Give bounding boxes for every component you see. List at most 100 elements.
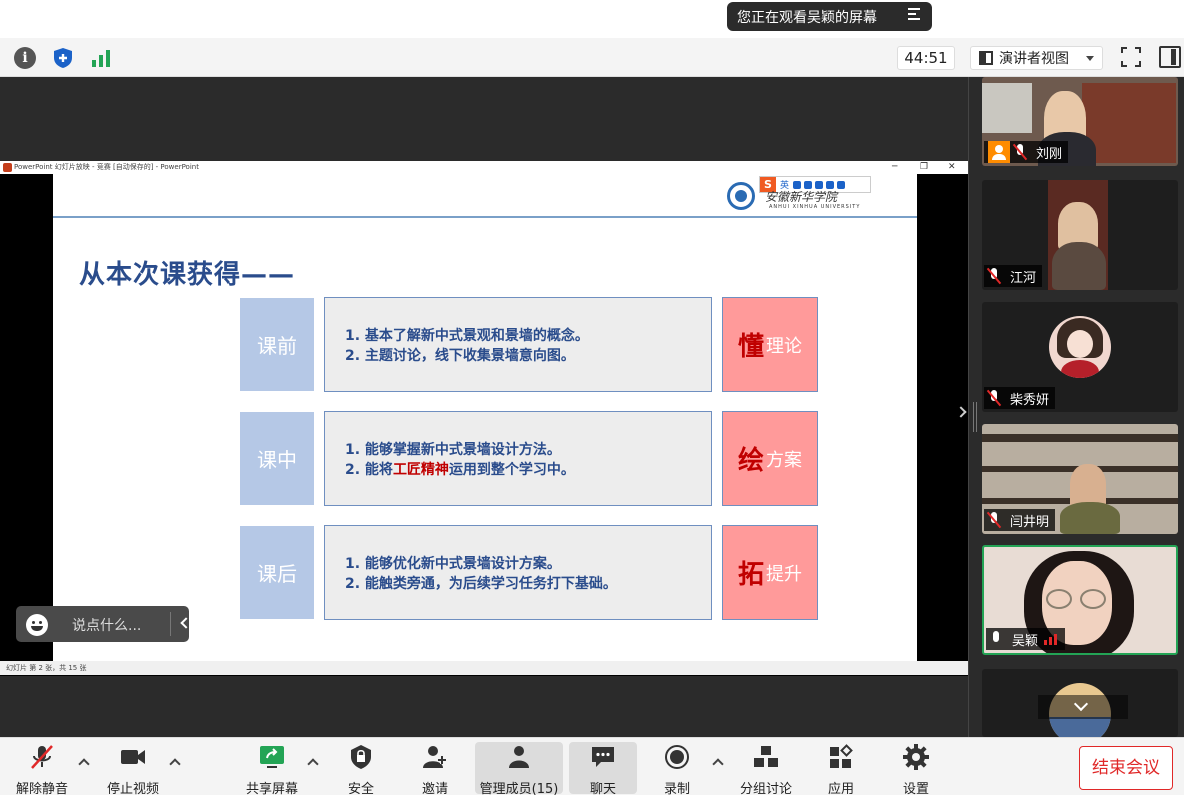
university-logo <box>727 182 755 210</box>
powerpoint-window: PowerPoint 幻灯片放映 - 竞赛 [自动保存的] - PowerPoi… <box>0 161 968 676</box>
meeting-controls: 解除静音 停止视频 共享屏幕 安全 邀请 管理成员(15) 聊天 录制 分组讨论… <box>0 737 1184 797</box>
record-options-chevron-icon[interactable] <box>712 758 724 770</box>
mic-muted-icon <box>988 268 1000 284</box>
chat-label: 聊天 <box>589 782 616 797</box>
record-icon <box>665 745 689 769</box>
participant-name: 闫井明 <box>1010 514 1050 530</box>
video-tile-partial[interactable] <box>982 669 1178 737</box>
top-toolbar: i 44:51 演讲者视图 <box>0 38 1184 77</box>
restore-icon[interactable]: ❐ <box>920 161 928 174</box>
highlight-text: 工匠精神 <box>392 462 449 478</box>
side-panel-toggle-icon[interactable] <box>1159 46 1181 68</box>
record-button[interactable]: 录制 <box>652 742 702 797</box>
video-camera-icon <box>121 750 145 764</box>
unmute-button[interactable]: 解除静音 <box>12 742 72 797</box>
participant-name: 吴颖 <box>1012 633 1039 649</box>
mic-icon <box>990 631 1002 647</box>
view-options-icon[interactable] <box>908 8 922 22</box>
keyword-big: 绘 <box>737 446 764 476</box>
stop-video-label: 停止视频 <box>106 782 159 797</box>
video-tile-wuying[interactable]: 吴颖 <box>982 545 1178 655</box>
participant-avatar <box>1049 316 1111 378</box>
participants-icon <box>509 746 529 768</box>
share-screen-icon <box>260 746 284 768</box>
row-keyword-before: 懂 理论 <box>722 297 818 392</box>
video-options-chevron-icon[interactable] <box>169 758 181 770</box>
signal-icon[interactable] <box>90 47 112 69</box>
slide: S 英 安徽新华学院 ANHUI XINHUA UNIVERSITY 从本次课获… <box>53 174 917 661</box>
apps-button[interactable]: 应用 <box>816 742 866 797</box>
share-options-chevron-icon[interactable] <box>307 758 319 770</box>
row-content-after: 1. 能够优化新中式景墙设计方案。 2. 能触类旁通，为后续学习任务打下基础。 <box>324 525 712 620</box>
row-content-during: 1. 能够掌握新中式景墙设计方法。 2. 能将工匠精神运用到整个学习中。 <box>324 411 712 506</box>
audio-level-icon <box>1044 633 1059 645</box>
row-line: 2. 能将工匠精神运用到整个学习中。 <box>345 462 575 478</box>
row-line: 1. 能够优化新中式景墙设计方案。 <box>345 556 561 572</box>
scroll-down-button[interactable] <box>1038 695 1128 719</box>
chat-icon <box>592 747 614 767</box>
video-tile-chaixiuyan[interactable]: 柴秀妍 <box>982 302 1178 412</box>
viewing-indicator[interactable]: 您正在观看吴颖的屏幕 <box>727 2 932 31</box>
chevron-down-icon <box>1073 696 1089 712</box>
mic-muted-icon <box>988 512 1000 528</box>
keyword-big: 拓 <box>737 560 764 590</box>
security-shield-icon <box>351 745 371 769</box>
chat-button[interactable]: 聊天 <box>569 742 637 797</box>
row-keyword-after: 拓 提升 <box>722 525 818 620</box>
keyword-small: 方案 <box>766 449 802 471</box>
panel-resize-handle[interactable] <box>973 402 977 432</box>
keyword-small: 提升 <box>766 563 802 585</box>
settings-button[interactable]: 设置 <box>891 742 941 797</box>
ppt-statusbar: 幻灯片 第 2 张，共 15 张 <box>0 661 968 675</box>
add-person-icon <box>423 746 446 768</box>
host-icon <box>988 141 1010 163</box>
row-keyword-during: 绘 方案 <box>722 411 818 506</box>
video-tile-yanjingming[interactable]: 闫井明 <box>982 424 1178 534</box>
keyword-small: 理论 <box>766 335 802 357</box>
row-line: 1. 基本了解新中式景观和景墙的概念。 <box>345 328 589 344</box>
mic-muted-icon <box>31 745 53 769</box>
minimize-icon[interactable]: ─ <box>892 161 897 174</box>
participant-name-tag: 吴颖 <box>986 628 1066 650</box>
chat-input-bubble[interactable]: 说点什么... <box>16 606 192 642</box>
gear-icon <box>903 744 929 770</box>
participant-name-tag: 柴秀妍 <box>984 387 1056 409</box>
meeting-timer: 44:51 <box>897 46 955 70</box>
top-banner: 您正在观看吴颖的屏幕 <box>0 0 1184 38</box>
participants-button[interactable]: 管理成员(15) <box>475 742 563 797</box>
stop-video-button[interactable]: 停止视频 <box>102 742 164 797</box>
row-label-after: 课后 <box>240 526 314 619</box>
participant-name-tag: 刘刚 <box>984 141 1069 163</box>
apps-icon <box>830 744 853 768</box>
video-tile-jianghe[interactable]: 江河 <box>982 180 1178 290</box>
video-tile-liugang[interactable]: 刘刚 <box>982 77 1178 166</box>
chevron-down-icon <box>1086 56 1094 61</box>
apps-label: 应用 <box>827 782 854 797</box>
breakout-rooms-icon <box>754 746 778 767</box>
row-line: 2. 主题讨论，线下收集景墙意向图。 <box>345 348 575 364</box>
powerpoint-icon <box>3 163 12 172</box>
mic-muted-icon <box>1014 144 1026 160</box>
breakout-rooms-label: 分组讨论 <box>739 782 792 797</box>
participant-name: 江河 <box>1010 270 1037 286</box>
record-label: 录制 <box>663 782 690 797</box>
slide-counter: 幻灯片 第 2 张，共 15 张 <box>6 664 87 672</box>
close-icon[interactable]: ✕ <box>948 161 956 174</box>
unmute-label: 解除静音 <box>15 782 68 797</box>
view-mode-label: 演讲者视图 <box>999 51 1069 67</box>
header-divider <box>53 216 917 218</box>
audio-options-chevron-icon[interactable] <box>78 758 90 770</box>
slide-title: 从本次课获得—— <box>79 260 296 290</box>
view-mode-dropdown[interactable]: 演讲者视图 <box>970 46 1103 70</box>
chat-placeholder[interactable]: 说点什么... <box>72 615 141 635</box>
shield-icon[interactable] <box>52 47 74 69</box>
end-meeting-button[interactable]: 结束会议 <box>1079 746 1173 790</box>
share-screen-button[interactable]: 共享屏幕 <box>242 742 302 797</box>
ppt-title: PowerPoint 幻灯片放映 - 竞赛 [自动保存的] - PowerPoi… <box>14 163 199 171</box>
security-button[interactable]: 安全 <box>336 742 386 797</box>
info-icon[interactable]: i <box>14 47 36 69</box>
emoji-icon[interactable] <box>26 614 48 636</box>
invite-button[interactable]: 邀请 <box>410 742 460 797</box>
fullscreen-icon[interactable] <box>1121 47 1141 67</box>
breakout-rooms-button[interactable]: 分组讨论 <box>736 742 796 797</box>
